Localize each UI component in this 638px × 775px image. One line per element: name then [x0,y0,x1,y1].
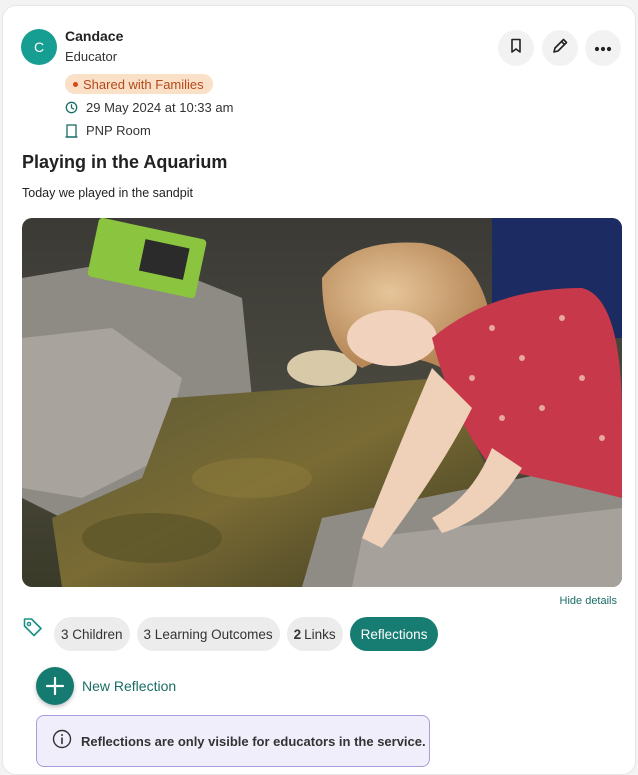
shared-status-label: Shared with Families [83,76,204,92]
bookmark-icon [509,38,523,59]
clock-icon [65,101,78,114]
timestamp-text: 29 May 2024 at 10:33 am [86,100,234,115]
reflections-chip[interactable]: Reflections [349,617,439,651]
links-count: 2 [293,626,302,642]
reflections-visibility-notice: Reflections are only visible for educato… [36,715,430,767]
post-card: C Candace Educator Shared with Families … [2,5,636,775]
children-chip[interactable]: 3 Children [54,617,130,651]
author-role: Educator [65,49,118,64]
hide-details-link[interactable]: Hide details [560,595,617,607]
author-name[interactable]: Candace [65,28,123,44]
plus-icon[interactable] [36,667,74,705]
post-timestamp: 29 May 2024 at 10:33 am [65,100,233,115]
links-chip[interactable]: 2 Links [286,617,343,651]
new-reflection-label[interactable]: New Reflection [82,678,176,694]
room-text: PNP Room [86,123,151,138]
links-label: Links [304,626,336,642]
post-description: Today we played in the sandpit [22,186,193,200]
edit-button[interactable] [542,30,578,66]
post-photo[interactable] [22,218,622,587]
post-room: PNP Room [65,123,151,138]
more-dots-icon [594,39,612,57]
new-reflection-button[interactable]: New Reflection [36,667,176,705]
notice-text: Reflections are only visible for educato… [81,733,426,749]
learning-outcomes-chip[interactable]: 3 Learning Outcomes [136,617,280,651]
post-title: Playing in the Aquarium [22,152,228,172]
chip-row: 3 Children 3 Learning Outcomes 2 Links R… [54,617,439,651]
more-options-button[interactable] [585,30,621,66]
status-dot-icon [73,81,78,87]
shared-status-badge: Shared with Families [65,74,213,94]
tag-icon [22,616,44,643]
info-icon [52,729,72,754]
avatar[interactable]: C [21,29,57,65]
door-icon [65,123,78,138]
edit-pencil-icon [551,37,569,60]
bookmark-button[interactable] [498,30,534,66]
